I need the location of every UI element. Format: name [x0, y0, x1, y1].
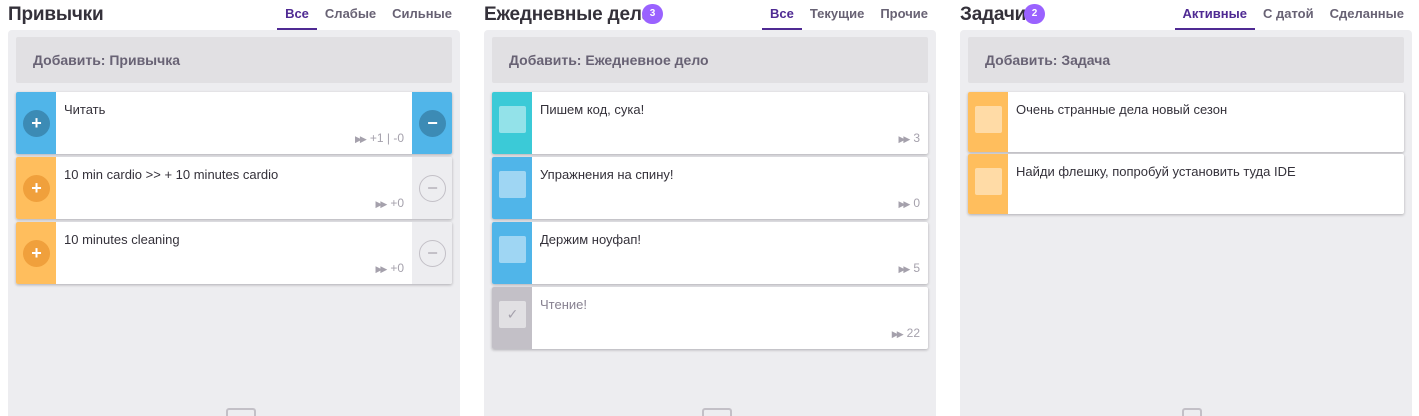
- todos-column: Задачи 2 Активные С датой Сделанные Доба…: [960, 0, 1412, 416]
- todo-check-area[interactable]: [968, 154, 1008, 214]
- habits-column: Привычки Все Слабые Сильные Добавить: Пр…: [8, 0, 460, 416]
- habits-filter-all[interactable]: Все: [277, 0, 317, 30]
- habit-item[interactable]: + Читать ▶▶ +1 | -0 −: [16, 92, 452, 154]
- checkbox[interactable]: [499, 106, 526, 133]
- daily-streak: ▶▶ 0: [898, 196, 920, 210]
- habit-item[interactable]: + 10 min cardio >> + 10 minutes cardio ▶…: [16, 157, 452, 219]
- fast-forward-icon: ▶▶: [355, 134, 367, 144]
- dailies-title: Ежедневные дела: [484, 4, 653, 25]
- fast-forward-icon: ▶▶: [375, 264, 387, 274]
- plus-icon[interactable]: +: [23, 175, 50, 202]
- checkbox[interactable]: [975, 106, 1002, 133]
- todo-item[interactable]: Очень странные дела новый сезон: [968, 92, 1404, 152]
- minus-icon[interactable]: −: [419, 110, 446, 137]
- daily-streak-value: 5: [913, 261, 920, 275]
- todo-text: Найди флешку, попробуй установить туда I…: [1016, 164, 1296, 179]
- todos-filter-active[interactable]: Активные: [1174, 0, 1255, 30]
- habit-stat-value: +1 | -0: [369, 131, 404, 145]
- habit-stat: ▶▶ +0: [375, 196, 404, 210]
- habit-plus-area[interactable]: +: [16, 222, 56, 284]
- daily-streak-value: 0: [913, 196, 920, 210]
- dailies-header: Ежедневные дела 3 Все Текущие Прочие: [484, 0, 936, 30]
- calendar-icon: [702, 408, 732, 416]
- daily-check-area[interactable]: ✓: [492, 287, 532, 349]
- fast-forward-icon: ▶▶: [898, 134, 910, 144]
- checklist-icon: [1182, 408, 1202, 416]
- dailies-filter-due[interactable]: Текущие: [802, 0, 872, 30]
- daily-streak-value: 3: [913, 131, 920, 145]
- habits-filter-strong[interactable]: Сильные: [384, 0, 460, 30]
- todos-filter-done[interactable]: Сделанные: [1322, 0, 1412, 30]
- habits-title: Привычки: [8, 4, 104, 25]
- todo-text: Очень странные дела новый сезон: [1016, 102, 1228, 117]
- habit-item[interactable]: + 10 minutes cleaning ▶▶ +0 −: [16, 222, 452, 284]
- fast-forward-icon: ▶▶: [375, 199, 387, 209]
- fast-forward-icon: ▶▶: [898, 264, 910, 274]
- habit-minus-area[interactable]: −: [412, 92, 452, 154]
- daily-text: Пишем код, сука!: [540, 102, 645, 117]
- checkbox[interactable]: [499, 236, 526, 263]
- habit-stat-value: +0: [390, 196, 404, 210]
- daily-text: Чтение!: [540, 297, 587, 312]
- dailies-count-badge: 3: [642, 4, 663, 24]
- habit-text: 10 min cardio >> + 10 minutes cardio: [64, 167, 279, 182]
- habit-stat-value: +0: [390, 261, 404, 275]
- fast-forward-icon: ▶▶: [898, 199, 910, 209]
- habit-plus-area[interactable]: +: [16, 157, 56, 219]
- todos-filters: Активные С датой Сделанные: [1174, 0, 1412, 30]
- habits-filter-weak[interactable]: Слабые: [317, 0, 384, 30]
- daily-streak-value: 22: [906, 326, 920, 340]
- daily-text: Держим ноуфап!: [540, 232, 641, 247]
- add-habit-input[interactable]: Добавить: Привычка: [16, 37, 452, 83]
- habit-minus-area[interactable]: −: [412, 222, 452, 284]
- daily-streak: ▶▶ 5: [898, 261, 920, 275]
- habit-text: Читать: [64, 102, 106, 117]
- daily-item[interactable]: Держим ноуфап! ▶▶ 5: [492, 222, 928, 284]
- habit-stat: ▶▶ +0: [375, 261, 404, 275]
- check-icon[interactable]: ✓: [499, 301, 526, 328]
- todos-title: Задачи: [960, 4, 1027, 25]
- todos-count-badge: 2: [1024, 4, 1045, 24]
- plus-icon[interactable]: +: [23, 110, 50, 137]
- habits-panel: Добавить: Привычка + Читать ▶▶ +1 | -0 − …: [8, 30, 460, 416]
- checkbox[interactable]: [499, 171, 526, 198]
- habit-minus-area[interactable]: −: [412, 157, 452, 219]
- todo-check-area[interactable]: [968, 92, 1008, 152]
- dailies-filter-all[interactable]: Все: [762, 0, 802, 30]
- minus-icon[interactable]: −: [419, 240, 446, 267]
- daily-check-area[interactable]: [492, 222, 532, 284]
- dailies-panel: Добавить: Ежедневное дело Пишем код, сук…: [484, 30, 936, 416]
- todo-item[interactable]: Найди флешку, попробуй установить туда I…: [968, 154, 1404, 214]
- habit-stat: ▶▶ +1 | -0: [355, 131, 404, 145]
- daily-check-area[interactable]: [492, 92, 532, 154]
- fast-forward-icon: ▶▶: [891, 329, 904, 339]
- todos-filter-dated[interactable]: С датой: [1255, 0, 1322, 30]
- daily-check-area[interactable]: [492, 157, 532, 219]
- minus-icon[interactable]: −: [419, 175, 446, 202]
- daily-streak: ▶▶ 22: [892, 326, 920, 340]
- habit-plus-area[interactable]: +: [16, 92, 56, 154]
- todos-panel: Добавить: Задача Очень странные дела нов…: [960, 30, 1412, 416]
- daily-item[interactable]: Упражнения на спину! ▶▶ 0: [492, 157, 928, 219]
- add-daily-input[interactable]: Добавить: Ежедневное дело: [492, 37, 928, 83]
- daily-item[interactable]: Пишем код, сука! ▶▶ 3: [492, 92, 928, 154]
- dailies-filter-other[interactable]: Прочие: [872, 0, 936, 30]
- daily-text: Упражнения на спину!: [540, 167, 674, 182]
- daily-item[interactable]: ✓ Чтение! ▶▶ 22: [492, 287, 928, 349]
- habits-header: Привычки Все Слабые Сильные: [8, 0, 460, 30]
- daily-streak: ▶▶ 3: [898, 131, 920, 145]
- habit-text: 10 minutes cleaning: [64, 232, 180, 247]
- dailies-filters: Все Текущие Прочие: [762, 0, 936, 30]
- add-todo-input[interactable]: Добавить: Задача: [968, 37, 1404, 83]
- plus-icon[interactable]: +: [23, 240, 50, 267]
- habit-icon: [226, 408, 256, 416]
- todos-header: Задачи 2 Активные С датой Сделанные: [960, 0, 1412, 30]
- checkbox[interactable]: [975, 168, 1002, 195]
- dailies-column: Ежедневные дела 3 Все Текущие Прочие Доб…: [484, 0, 936, 416]
- habits-filters: Все Слабые Сильные: [277, 0, 460, 30]
